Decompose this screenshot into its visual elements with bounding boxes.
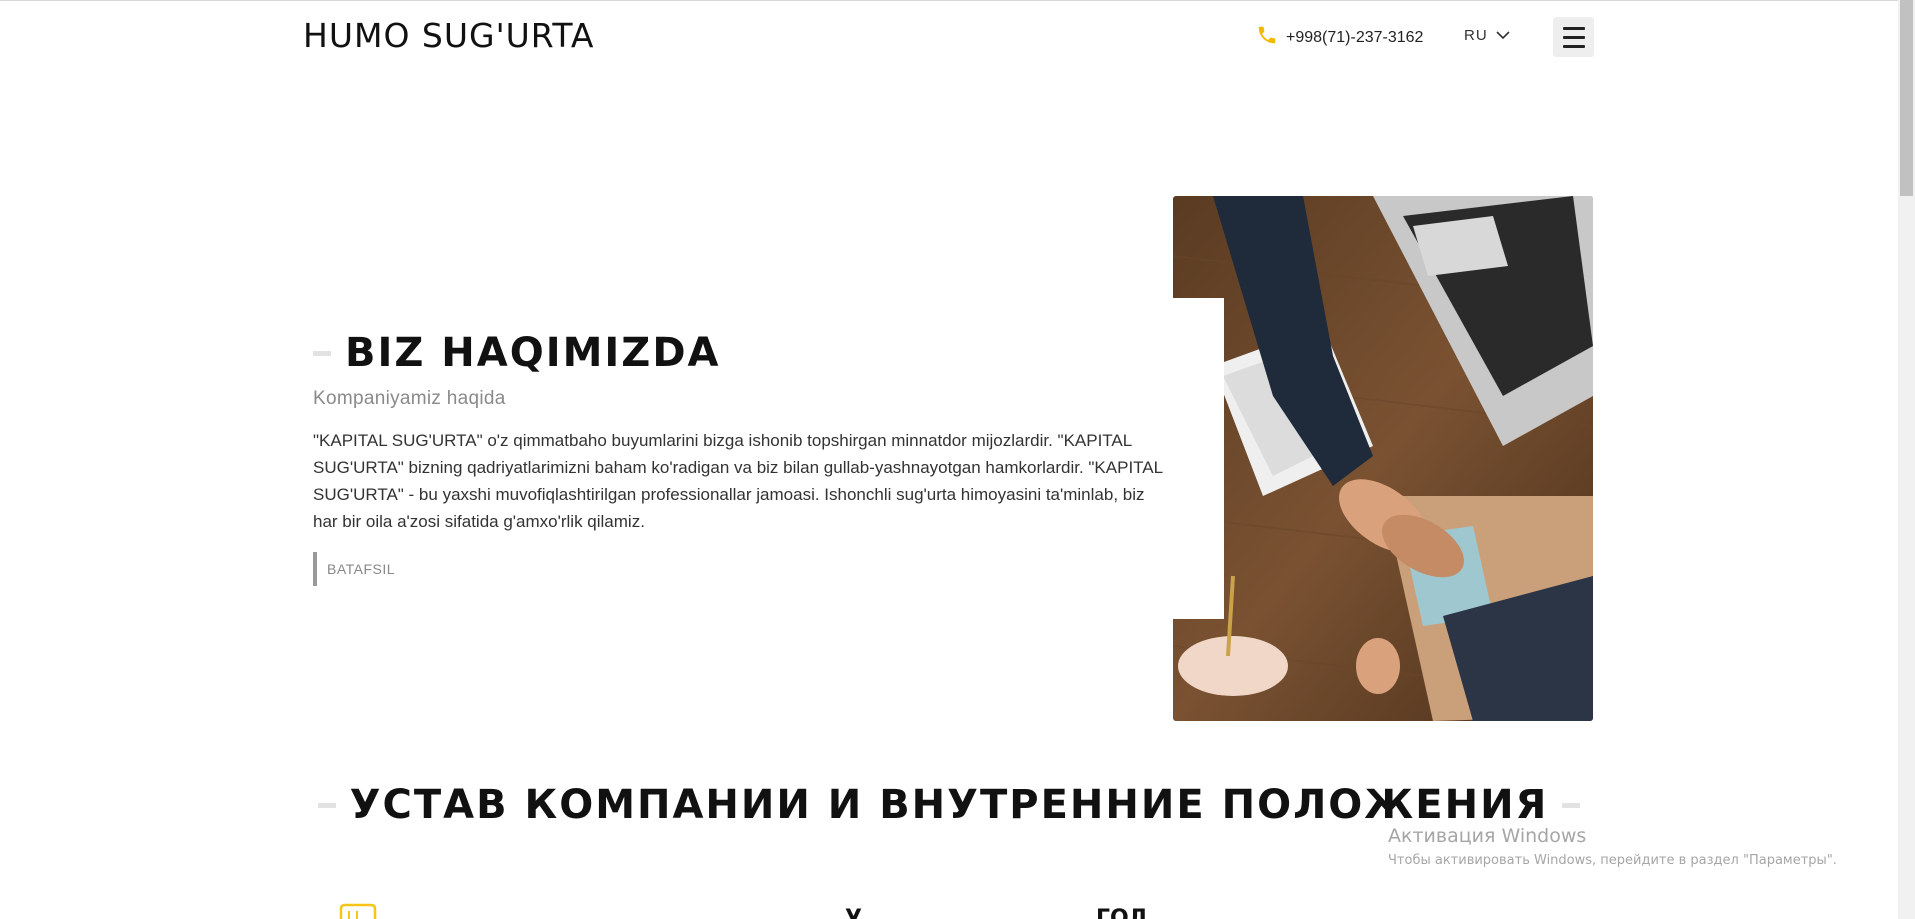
phone-icon [1256,24,1278,51]
about-title: BIZ HAQIMIZDA [345,330,721,376]
chevron-down-icon [1496,27,1510,44]
statute-title: УСТАВ КОМПАНИИ И ВНУТРЕННИЕ ПОЛОЖЕНИЯ [349,782,1549,828]
site-logo[interactable]: HUMO SUG'URTA [303,16,595,55]
watermark-subtitle: Чтобы активировать Windows, перейдите в … [1388,853,1837,868]
statute-item-title[interactable]: У [845,908,862,919]
photo-notch [1173,298,1224,619]
heading-dash [313,350,331,356]
hamburger-menu-icon[interactable] [1553,17,1594,57]
language-selector[interactable]: RU [1464,27,1510,44]
language-current: RU [1464,27,1488,44]
scrollbar-thumb[interactable] [1900,0,1913,196]
watermark-title: Активация Windows [1388,825,1587,847]
vertical-scrollbar[interactable] [1898,0,1915,919]
heading-dash-right [1562,802,1581,808]
about-heading: BIZ HAQIMIZDA [313,330,720,376]
about-subtitle: Kompaniyamiz haqida [313,388,506,409]
statute-item-title[interactable]: ГОД [1096,908,1148,919]
more-button[interactable]: BATAFSIL [313,552,395,586]
handshake-photo [1173,196,1593,721]
site-header: HUMO SUG'URTA +998(71)-237-3162 RU [0,0,1898,74]
document-icon[interactable] [333,903,389,919]
about-description: "KAPITAL SUG'URTA" o'z qimmatbaho buyuml… [313,431,1163,531]
heading-dash-left [317,802,336,808]
phone-number: +998(71)-237-3162 [1286,28,1424,46]
windows-activation-watermark: Активация Windows Чтобы активировать Win… [1388,825,1837,868]
statute-heading: УСТАВ КОМПАНИИ И ВНУТРЕННИЕ ПОЛОЖЕНИЯ [0,782,1898,828]
phone-link[interactable]: +998(71)-237-3162 [1256,24,1423,51]
